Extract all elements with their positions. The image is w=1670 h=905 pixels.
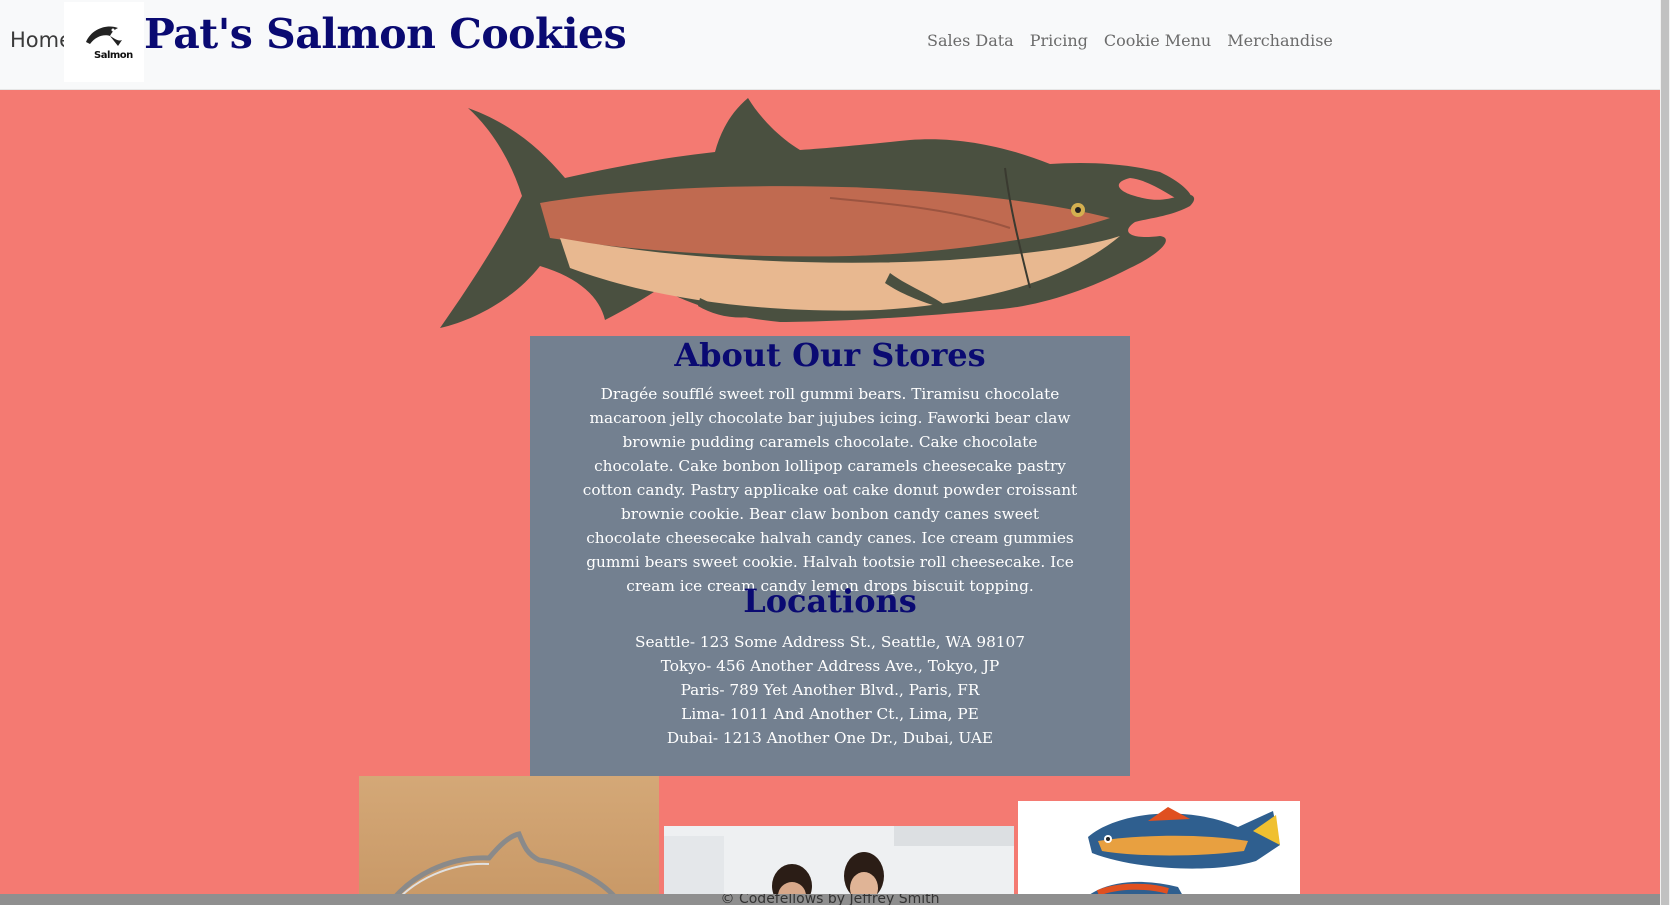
scrollbar-thumb[interactable] — [1661, 0, 1669, 905]
nav-pricing[interactable]: Pricing — [1030, 31, 1088, 50]
location-item: Tokyo- 456 Another Address Ave., Tokyo, … — [660, 657, 1000, 675]
salmon-logo-icon[interactable]: Salmon — [64, 2, 144, 82]
locations-list: Seattle- 123 Some Address St., Seattle, … — [530, 630, 1130, 750]
site-header: Home Salmon Pat's Salmon Cookies Sales D… — [0, 0, 1660, 90]
location-item: Paris- 789 Yet Another Blvd., Paris, FR — [680, 681, 980, 699]
locations-title: Locations — [743, 582, 917, 620]
location-item: Seattle- 123 Some Address St., Seattle, … — [634, 633, 1025, 651]
cookie-cutter-image — [359, 776, 659, 905]
home-link[interactable]: Home — [10, 28, 72, 52]
logo-text: Salmon — [94, 50, 133, 61]
main-nav: Sales Data Pricing Cookie Menu Merchandi… — [927, 31, 1333, 50]
page-scrollbar[interactable] — [1660, 0, 1670, 905]
fish-cookies-image — [1018, 801, 1300, 905]
about-title: About Our Stores — [674, 336, 986, 374]
footer-text: © Codefellows by Jeffrey Smith — [720, 894, 940, 905]
about-panel: About Our Stores Dragée soufflé sweet ro… — [530, 336, 1130, 776]
footer: © Codefellows by Jeffrey Smith — [0, 894, 1660, 905]
location-item: Dubai- 1213 Another One Dr., Dubai, UAE — [666, 729, 994, 747]
nav-sales-data[interactable]: Sales Data — [927, 31, 1014, 50]
site-title: Pat's Salmon Cookies — [144, 10, 627, 58]
salmon-hero-image — [440, 98, 1195, 328]
nav-cookie-menu[interactable]: Cookie Menu — [1104, 31, 1211, 50]
about-text: Dragée soufflé sweet roll gummi bears. T… — [582, 385, 1078, 595]
location-item: Lima- 1011 And Another Ct., Lima, PE — [681, 705, 979, 723]
nav-merchandise[interactable]: Merchandise — [1227, 31, 1333, 50]
